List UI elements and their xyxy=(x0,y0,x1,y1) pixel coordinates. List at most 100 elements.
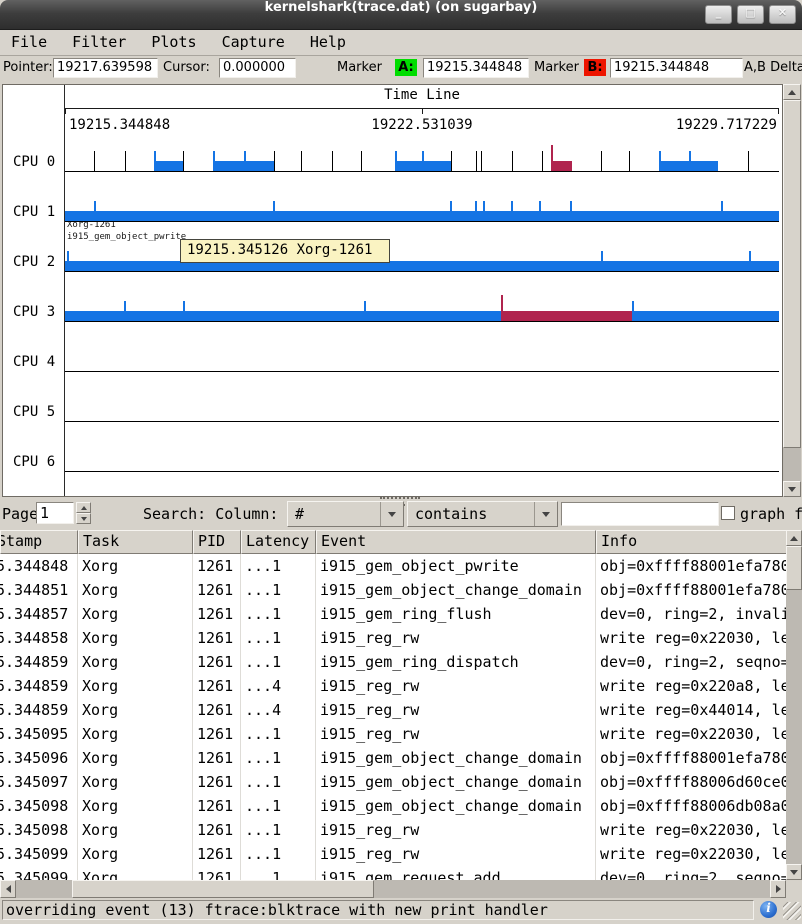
event-tick xyxy=(475,201,477,211)
header-event[interactable]: Event xyxy=(316,530,596,554)
header-info[interactable]: Info xyxy=(596,530,786,554)
timestamp-tooltip: 19215.345126 Xorg-1261 xyxy=(180,239,390,263)
timeline-tick-label-end: 19229.717229 xyxy=(65,117,777,133)
scroll-down-button[interactable] xyxy=(786,864,802,880)
table-row[interactable]: 5.345099Xorg1261...1i915_gem_request_add… xyxy=(0,866,786,880)
close-button[interactable]: ✕ xyxy=(769,5,796,24)
graph-follows-checkbox[interactable] xyxy=(721,506,735,520)
table-cell: Xorg xyxy=(78,578,193,602)
event-tick xyxy=(501,295,503,311)
table-cell: write reg=0x22030, le xyxy=(596,722,786,746)
left-arrow-icon xyxy=(6,885,11,893)
table-vscrollbar[interactable] xyxy=(786,530,802,880)
table-cell: write reg=0x220a8, le xyxy=(596,674,786,698)
ruler-tick xyxy=(422,108,423,114)
maximize-button[interactable]: □ xyxy=(737,5,764,24)
table-cell: i915_reg_rw xyxy=(316,626,596,650)
graph-canvas[interactable]: Time Line 19215.344848 19222.531039 1922… xyxy=(2,84,783,497)
cpu-baseline xyxy=(65,421,779,422)
scrollbar-thumb[interactable] xyxy=(786,546,802,590)
event-tick xyxy=(512,151,513,171)
table-row[interactable]: 5.344857Xorg1261...1i915_gem_ring_flushd… xyxy=(0,602,786,626)
page-spin-down[interactable] xyxy=(76,513,91,524)
scroll-left-button[interactable] xyxy=(0,880,16,898)
table-cell: 1261 xyxy=(193,698,241,722)
event-tick xyxy=(244,151,246,161)
right-arrow-icon xyxy=(776,885,781,893)
minimize-button[interactable]: _ xyxy=(705,5,732,24)
scrollbar-thumb[interactable] xyxy=(783,100,801,448)
table-row[interactable]: 5.344858Xorg1261...1i915_reg_rwwrite reg… xyxy=(0,626,786,650)
page-input[interactable] xyxy=(36,502,74,524)
match-select[interactable]: contains xyxy=(407,501,558,527)
pointer-label: Pointer: xyxy=(3,60,53,75)
ruler-tick xyxy=(65,108,66,114)
header-pid[interactable]: PID xyxy=(193,530,241,554)
menu-file[interactable]: File xyxy=(4,30,54,55)
search-input[interactable] xyxy=(561,502,719,526)
scroll-right-button[interactable] xyxy=(770,880,786,898)
table-row[interactable]: 5.344859Xorg1261...4i915_reg_rwwrite reg… xyxy=(0,674,786,698)
event-tick xyxy=(213,151,215,161)
chevron-down-icon xyxy=(534,502,557,526)
event-tick xyxy=(511,201,513,211)
table-row[interactable]: 5.345096Xorg1261...1i915_gem_object_chan… xyxy=(0,746,786,770)
column-select[interactable]: # xyxy=(287,501,404,527)
header-latency[interactable]: Latency xyxy=(241,530,316,554)
cpu-label-separator xyxy=(64,85,65,496)
pointer-value: 19217.639598 xyxy=(53,58,158,78)
menu-capture[interactable]: Capture xyxy=(215,30,292,55)
titlebar: kernelshark(trace.dat) (on sugarbay) _ □… xyxy=(0,0,802,30)
cpu-label: CPU 2 xyxy=(13,254,65,270)
resize-grip-icon[interactable] xyxy=(783,902,801,920)
menu-plots[interactable]: Plots xyxy=(144,30,203,55)
table-row[interactable]: 5.344848Xorg1261...1i915_gem_object_pwri… xyxy=(0,554,786,578)
header-stamp[interactable]: Stamp xyxy=(0,530,78,554)
table-row[interactable]: 5.345098Xorg1261...1i915_reg_rwwrite reg… xyxy=(0,818,786,842)
table-cell: Xorg xyxy=(78,602,193,626)
table-row[interactable]: 5.344851Xorg1261...1i915_gem_object_chan… xyxy=(0,578,786,602)
table-row[interactable]: 5.344859Xorg1261...4i915_reg_rwwrite reg… xyxy=(0,698,786,722)
menu-filter[interactable]: Filter xyxy=(65,30,133,55)
table-cell: obj=0xffff88006db08a0 xyxy=(596,794,786,818)
event-tick xyxy=(124,301,126,311)
table-cell: Xorg xyxy=(78,818,193,842)
graph-follows-label: graph follows xyxy=(740,505,802,523)
graph-vscrollbar[interactable] xyxy=(783,84,801,497)
marker-a-value: 19215.344848 xyxy=(423,58,529,78)
table-cell: ...4 xyxy=(241,674,316,698)
scrollbar-track[interactable] xyxy=(786,590,802,864)
menu-help[interactable]: Help xyxy=(303,30,353,55)
table-cell: ...1 xyxy=(241,578,316,602)
cpu-bar-blue xyxy=(632,311,779,321)
table-cell: 5.344858 xyxy=(0,626,78,650)
info-icon[interactable]: i xyxy=(760,901,777,918)
header-task[interactable]: Task xyxy=(78,530,193,554)
scroll-up-button[interactable] xyxy=(786,530,802,546)
table-cell: 5.344859 xyxy=(0,698,78,722)
up-arrow-icon xyxy=(788,90,796,95)
scrollbar-track[interactable] xyxy=(783,448,801,481)
table-cell: ...1 xyxy=(241,554,316,578)
table-hscrollbar[interactable] xyxy=(0,880,786,898)
marker-b-value: 19215.344848 xyxy=(610,58,743,78)
event-tick xyxy=(749,251,751,261)
table-cell: ...1 xyxy=(241,770,316,794)
scroll-up-button[interactable] xyxy=(783,84,801,100)
table-cell: i915_reg_rw xyxy=(316,818,596,842)
marker-b-badge: B: xyxy=(584,59,606,76)
table-row[interactable]: 5.345099Xorg1261...1i915_reg_rwwrite reg… xyxy=(0,842,786,866)
event-tick xyxy=(539,201,541,211)
table-cell: Xorg xyxy=(78,722,193,746)
table-row[interactable]: 5.345095Xorg1261...1i915_reg_rwwrite reg… xyxy=(0,722,786,746)
table-cell: Xorg xyxy=(78,626,193,650)
table-row[interactable]: 5.345098Xorg1261...1i915_gem_object_chan… xyxy=(0,794,786,818)
table-row[interactable]: 5.345097Xorg1261...1i915_gem_object_chan… xyxy=(0,770,786,794)
event-tick xyxy=(364,301,366,311)
table-row[interactable]: 5.344859Xorg1261...1i915_gem_ring_dispat… xyxy=(0,650,786,674)
scrollbar-thumb[interactable] xyxy=(72,880,374,898)
column-select-value: # xyxy=(295,502,304,526)
scroll-down-button[interactable] xyxy=(783,481,801,497)
page-spin-up[interactable] xyxy=(76,502,91,513)
event-tick xyxy=(183,151,184,171)
